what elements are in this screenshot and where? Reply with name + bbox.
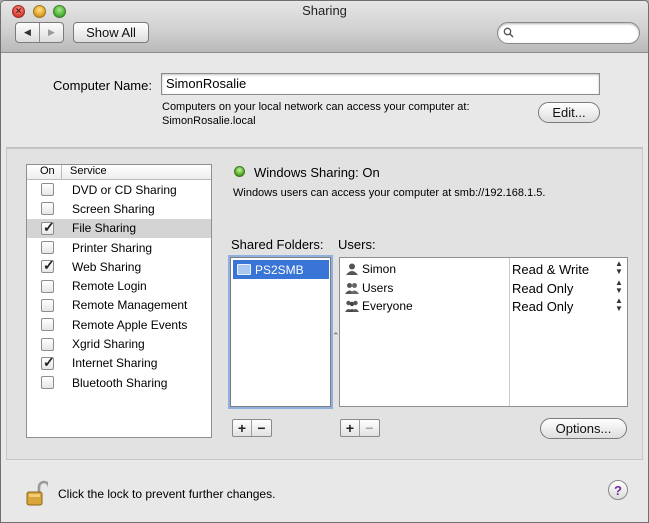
user-row[interactable]: Users Read Only ▲ ▼ (340, 278, 627, 297)
service-checkbox[interactable] (41, 337, 54, 351)
service-checkbox[interactable] (41, 279, 54, 293)
service-name: Printer Sharing (72, 240, 153, 255)
search-field[interactable] (497, 22, 640, 44)
service-checkbox[interactable] (41, 241, 54, 255)
computer-name-label: Computer Name: (53, 78, 152, 93)
checkmark-icon: ✓ (43, 218, 55, 235)
back-arrow-icon: ◀ (24, 27, 31, 37)
service-name: Web Sharing (72, 259, 142, 274)
user-row[interactable]: Everyone Read Only ▲ ▼ (340, 297, 627, 315)
search-icon (503, 27, 514, 38)
user-name: Users (362, 280, 394, 295)
service-name: Remote Apple Events (72, 317, 188, 332)
remove-shared-folder-button[interactable]: − (252, 420, 271, 436)
user-permission-popup[interactable]: Read & Write (512, 262, 589, 277)
service-name: Remote Login (72, 279, 147, 294)
single-user-icon (345, 263, 359, 275)
edit-computer-name-button[interactable]: Edit... (538, 102, 600, 123)
users-add-remove: + − (340, 419, 380, 437)
user-name: Everyone (362, 299, 413, 313)
service-row[interactable]: Remote Apple Events (27, 315, 211, 334)
user-row[interactable]: Simon Read & Write ▲ ▼ (340, 260, 627, 278)
address-description-text: Computers on your local network can acce… (162, 101, 470, 113)
service-row[interactable]: ✓ File Sharing (27, 218, 211, 238)
shared-folders-add-remove: + − (232, 419, 272, 437)
service-name: Bluetooth Sharing (72, 375, 168, 390)
service-name: Internet Sharing (72, 356, 158, 371)
forward-button[interactable]: ▶ (40, 23, 63, 42)
add-shared-folder-button[interactable]: + (233, 420, 252, 436)
service-checkbox[interactable]: ✓ (41, 257, 55, 274)
remove-user-button[interactable]: − (360, 420, 379, 436)
popup-arrows-icon[interactable]: ▲ ▼ (615, 278, 623, 295)
computer-name-field[interactable]: SimonRosalie (161, 73, 600, 95)
service-row[interactable]: Remote Login (27, 276, 211, 295)
service-row[interactable]: Printer Sharing (27, 238, 211, 257)
service-row[interactable]: DVD or CD Sharing (27, 180, 211, 199)
service-name: Xgrid Sharing (72, 337, 145, 352)
window-title: Sharing (302, 3, 347, 18)
group-icon (345, 282, 359, 294)
service-row[interactable]: ✓ Internet Sharing (27, 354, 211, 373)
user-permission-popup[interactable]: Read Only (512, 281, 573, 296)
sharing-window: × Sharing ◀ ▶ Show All Computer Name: Si… (0, 0, 649, 523)
user-name: Simon (362, 262, 397, 276)
service-name: DVD or CD Sharing (72, 182, 177, 197)
service-name: File Sharing (72, 221, 137, 236)
checkmark-icon: ✓ (43, 353, 55, 370)
forward-arrow-icon: ▶ (48, 27, 55, 37)
services-table: On Service DVD or CD Sharing Screen Shari… (26, 164, 212, 438)
column-header-on[interactable]: On (27, 165, 62, 179)
user-permission-popup[interactable]: Read Only (512, 299, 573, 314)
column-header-service[interactable]: Service (62, 165, 107, 179)
shared-folders-list[interactable]: PS2SMB (230, 257, 331, 407)
unlocked-padlock-icon[interactable] (26, 480, 48, 506)
services-table-header: On Service (27, 165, 211, 180)
shared-folder-name: PS2SMB (255, 262, 304, 277)
show-all-button[interactable]: Show All (73, 22, 149, 43)
service-checkbox[interactable] (41, 183, 54, 197)
back-forward-control: ◀ ▶ (15, 22, 64, 43)
service-checkbox[interactable] (41, 202, 54, 216)
local-address-text: SimonRosalie.local (162, 115, 256, 127)
service-checkbox[interactable] (41, 376, 54, 390)
sharing-status-description: Windows users can access your computer a… (233, 187, 546, 199)
service-row[interactable]: Remote Management (27, 296, 211, 315)
service-row[interactable]: Bluetooth Sharing (27, 373, 211, 392)
sharing-status-text: Windows Sharing: On (254, 165, 380, 180)
service-name: Remote Management (72, 298, 188, 313)
shared-folder-item[interactable]: PS2SMB (233, 260, 329, 279)
users-list[interactable]: Simon Read & Write ▲ ▼ Users Read Only ▲ ▼ Every… (339, 257, 628, 407)
status-indicator-icon (234, 166, 245, 177)
service-row[interactable]: Xgrid Sharing (27, 334, 211, 353)
service-row[interactable]: ✓ Web Sharing (27, 257, 211, 276)
folder-icon (237, 264, 251, 275)
service-checkbox[interactable]: ✓ (41, 353, 55, 370)
everyone-icon (345, 300, 359, 312)
lock-instruction-text: Click the lock to prevent further change… (58, 487, 276, 501)
add-user-button[interactable]: + (341, 420, 360, 436)
options-button[interactable]: Options... (540, 418, 627, 439)
popup-arrows-icon[interactable]: ▲ ▼ (615, 260, 623, 276)
title-bar: × Sharing ◀ ▶ Show All (1, 1, 648, 53)
service-checkbox[interactable]: ✓ (41, 218, 55, 235)
checkmark-icon: ✓ (43, 257, 55, 274)
help-button[interactable]: ? (608, 480, 628, 500)
computer-address-description: Computers on your local network can acce… (162, 100, 522, 128)
users-label: Users: (338, 237, 376, 252)
service-checkbox[interactable] (41, 318, 54, 332)
service-checkbox[interactable] (41, 298, 54, 312)
popup-arrows-icon[interactable]: ▲ ▼ (615, 297, 623, 313)
service-name: Screen Sharing (72, 201, 155, 216)
service-row[interactable]: Screen Sharing (27, 199, 211, 218)
shared-folders-label: Shared Folders: (231, 237, 324, 252)
services-list: DVD or CD Sharing Screen Sharing ✓ File Sha… (27, 180, 211, 392)
back-button[interactable]: ◀ (16, 23, 40, 42)
